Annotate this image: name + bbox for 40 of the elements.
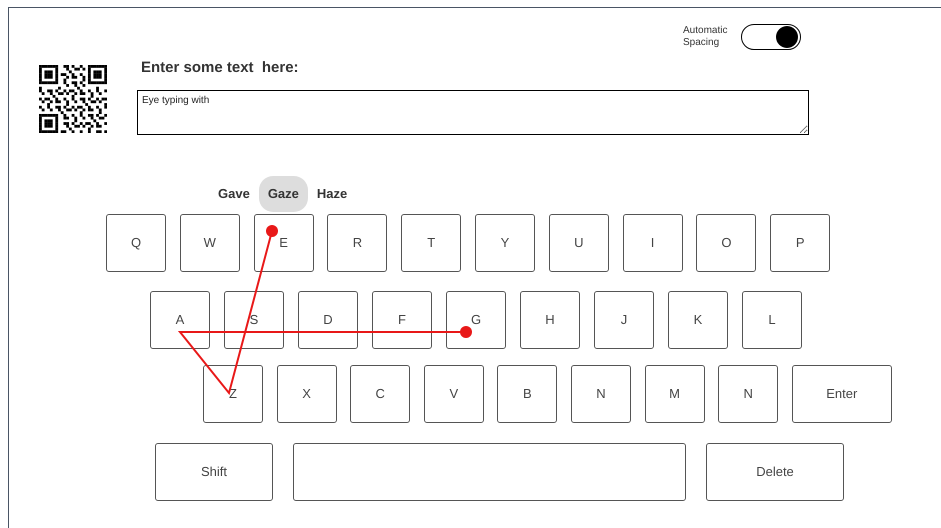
word-suggestion[interactable]: Gaze — [258, 176, 308, 212]
letter-key[interactable]: C — [350, 364, 410, 422]
letter-key[interactable]: F — [372, 290, 432, 348]
letter-key[interactable]: K — [668, 290, 728, 348]
letter-key[interactable]: U — [548, 214, 609, 272]
toggle-switch[interactable] — [741, 24, 801, 50]
letter-key[interactable]: Y — [474, 214, 535, 272]
letter-key[interactable]: N — [718, 364, 778, 422]
space-bar[interactable] — [293, 442, 686, 500]
toggle-label: Automatic Spacing — [683, 25, 728, 49]
shift-key[interactable]: Shift — [155, 442, 273, 500]
letter-key[interactable]: N — [570, 364, 631, 422]
letter-key[interactable]: I — [622, 214, 683, 272]
letter-key[interactable]: M — [644, 364, 705, 422]
qr-code-icon — [39, 65, 107, 133]
letter-key[interactable]: Q — [106, 214, 166, 272]
letter-key[interactable]: W — [180, 214, 240, 272]
letter-key[interactable]: Z — [203, 364, 263, 422]
letter-key[interactable]: X — [276, 364, 337, 422]
letter-key[interactable]: O — [696, 214, 756, 272]
letter-key[interactable]: S — [224, 290, 284, 348]
letter-key[interactable]: V — [424, 364, 484, 422]
letter-key[interactable]: P — [770, 214, 830, 272]
toggle-knob — [776, 26, 798, 48]
letter-key[interactable]: G — [446, 290, 506, 348]
letter-key[interactable]: H — [520, 290, 580, 348]
letter-key[interactable]: T — [401, 214, 462, 272]
delete-key[interactable]: Delete — [706, 442, 844, 500]
letter-key[interactable]: B — [497, 364, 558, 422]
letter-key[interactable]: R — [327, 214, 388, 272]
letter-key[interactable]: A — [150, 290, 210, 348]
text-input-field[interactable]: Eye typing with — [137, 90, 809, 134]
word-suggestion[interactable]: Haze — [308, 176, 356, 212]
enter-key[interactable]: Enter — [792, 364, 892, 422]
letter-key[interactable]: J — [594, 290, 654, 348]
letter-key[interactable]: L — [742, 290, 802, 348]
letter-key[interactable]: D — [298, 290, 358, 348]
word-suggestion[interactable]: Gave — [209, 176, 259, 212]
prompt-heading: Enter some text here: — [141, 58, 300, 78]
letter-key[interactable]: E — [254, 214, 314, 272]
